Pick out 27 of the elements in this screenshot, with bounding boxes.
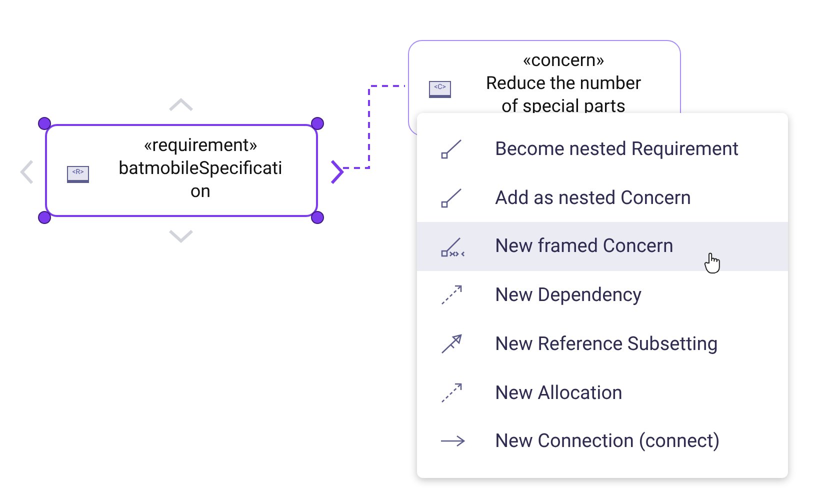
resize-handle[interactable] <box>311 117 324 130</box>
chevron-down-icon <box>168 229 194 243</box>
chevron-up-icon <box>168 98 194 112</box>
line-square-icon <box>440 187 464 210</box>
resize-handle[interactable] <box>311 211 324 224</box>
menu-item[interactable]: New framed Concern <box>417 222 788 272</box>
stereotype-label: «requirement» <box>144 134 258 157</box>
dashed-arrow-icon <box>440 382 464 404</box>
menu-item[interactable]: New Allocation <box>417 368 788 418</box>
stereotype-label: «concern» <box>522 49 604 72</box>
node-name: batmobileSpecificati on <box>118 157 282 203</box>
line-square-icon <box>440 236 466 258</box>
menu-item[interactable]: New Connection (connect) <box>417 417 788 466</box>
menu-item[interactable]: Add as nested Concern <box>417 174 788 222</box>
chevron-left-icon <box>20 159 34 185</box>
arrow-icon <box>440 333 464 356</box>
menu-item[interactable]: Become nested Requirement <box>417 125 788 174</box>
node-name: Reduce the number of special parts <box>486 72 642 118</box>
line-square-icon <box>440 138 464 160</box>
dashed-arrow-icon <box>440 284 464 306</box>
resize-handle[interactable] <box>38 211 51 224</box>
menu-item[interactable]: New Dependency <box>417 271 788 320</box>
arrow-icon <box>440 434 466 448</box>
hand-cursor-icon <box>704 252 722 274</box>
menu-item[interactable]: New Reference Subsetting <box>417 320 788 368</box>
resize-handle[interactable] <box>38 117 51 130</box>
chevron-right-icon <box>330 159 344 185</box>
